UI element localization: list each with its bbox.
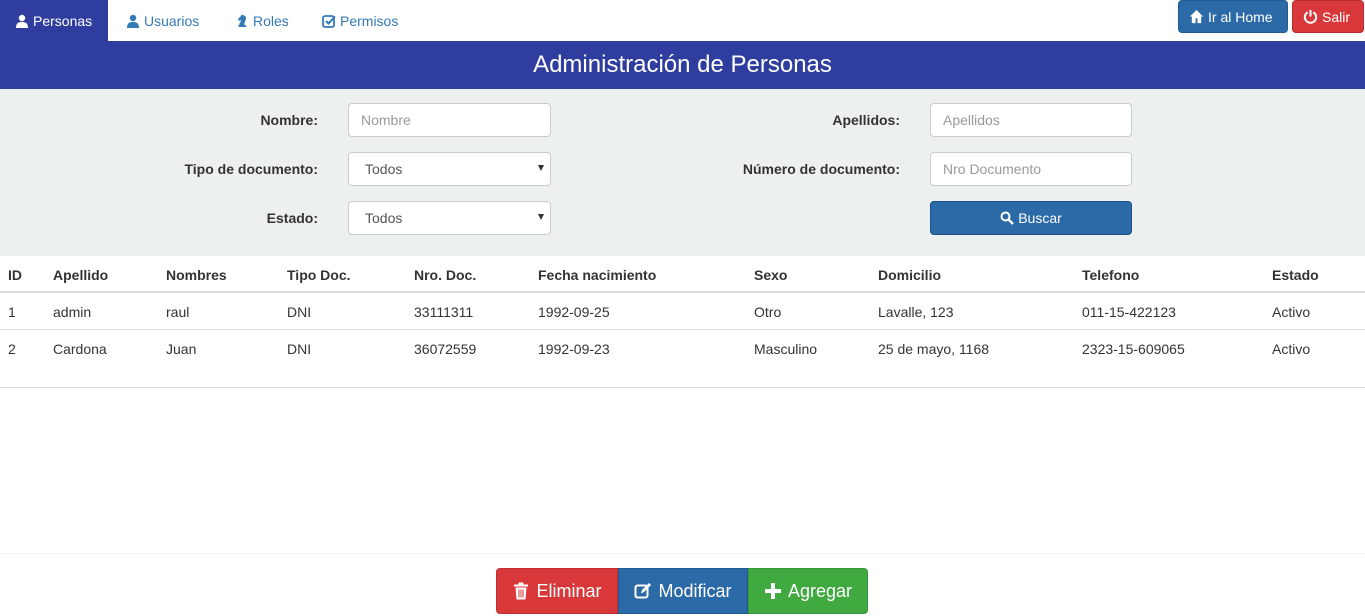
apellidos-input[interactable]: Apellidos	[930, 103, 1132, 137]
salir-label: Salir	[1322, 8, 1351, 25]
cell-tipo-doc: DNI	[287, 303, 312, 320]
buscar-button[interactable]: Buscar	[930, 201, 1132, 235]
cell-domicilio: 25 de mayo, 1168	[878, 340, 990, 357]
estado-label: Estado:	[266, 210, 318, 226]
user-icon	[16, 14, 28, 28]
table-row[interactable]: 1 admin raul DNI 33111311 1992-09-25 Otr…	[0, 293, 1365, 330]
tipo-documento-value: Todos	[365, 161, 403, 177]
search-icon	[1000, 211, 1015, 225]
cell-estado: Activo	[1272, 303, 1311, 320]
personas-table: ID Apellido Nombres Tipo Doc. Nro. Doc. …	[0, 256, 1365, 367]
cell-telefono: 011-15-422123	[1082, 303, 1176, 320]
header-telefono: Telefono	[1082, 266, 1140, 283]
cell-fecha-nacimiento: 1992-09-25	[538, 303, 610, 320]
cell-nro-doc: 36072559	[414, 340, 477, 357]
tab-roles[interactable]: Roles	[235, 0, 289, 41]
eliminar-label: Eliminar	[536, 580, 602, 601]
cell-nombres: raul	[166, 303, 190, 320]
table-bottom-divider	[0, 387, 1365, 388]
cell-estado: Activo	[1272, 340, 1311, 357]
eliminar-button[interactable]: Eliminar	[496, 568, 618, 614]
tipo-documento-label: Tipo de documento:	[184, 161, 318, 177]
cell-domicilio: Lavalle, 123	[878, 303, 954, 320]
header-nombres: Nombres	[166, 266, 227, 283]
home-icon	[1189, 9, 1204, 24]
header-tipo-doc: Tipo Doc.	[287, 266, 351, 283]
modificar-label: Modificar	[658, 580, 732, 601]
tab-label: Permisos	[340, 12, 399, 29]
tab-label: Roles	[253, 12, 289, 29]
numero-documento-input[interactable]: Nro Documento	[930, 152, 1132, 186]
table-row[interactable]: 2 Cardona Juan DNI 36072559 1992-09-23 M…	[0, 330, 1365, 367]
tab-label: Usuarios	[144, 12, 200, 29]
plus-icon	[764, 583, 781, 599]
edit-icon	[634, 583, 652, 599]
header-fecha-nacimiento: Fecha nacimiento	[538, 266, 657, 283]
nombre-input[interactable]: Nombre	[348, 103, 551, 137]
tipo-documento-select[interactable]: Todos	[348, 152, 551, 186]
header-domicilio: Domicilio	[878, 266, 942, 283]
salir-button[interactable]: Salir	[1292, 0, 1364, 33]
header-apellido: Apellido	[53, 266, 109, 283]
cell-sexo: Masculino	[754, 340, 818, 357]
header-id: ID	[8, 266, 22, 283]
tab-permisos[interactable]: Permisos	[322, 0, 398, 41]
estado-value: Todos	[365, 210, 403, 226]
ir-al-home-button[interactable]: Ir al Home	[1178, 0, 1288, 33]
tab-usuarios[interactable]: Usuarios	[126, 0, 199, 41]
page-title: Administración de Personas	[0, 41, 1365, 89]
cell-id: 1	[8, 303, 16, 320]
cell-telefono: 2323-15-609065	[1082, 340, 1185, 357]
caret-down-icon	[538, 214, 544, 220]
cell-apellido: Cardona	[53, 340, 107, 357]
cell-apellido: admin	[53, 303, 92, 320]
user-icon	[127, 14, 139, 28]
estado-select[interactable]: Todos	[348, 201, 551, 235]
modificar-button[interactable]: Modificar	[618, 568, 748, 614]
agregar-label: Agregar	[787, 580, 853, 601]
numero-documento-label: Número de documento:	[742, 161, 900, 177]
check-square-icon	[322, 14, 336, 28]
caret-down-icon	[538, 165, 544, 171]
ir-al-home-label: Ir al Home	[1208, 8, 1273, 25]
table-header: ID Apellido Nombres Tipo Doc. Nro. Doc. …	[0, 256, 1365, 293]
power-icon	[1303, 9, 1318, 24]
trash-icon	[514, 582, 529, 600]
tab-personas[interactable]: Personas	[0, 0, 108, 41]
cell-id: 2	[8, 340, 16, 357]
chess-knight-icon	[238, 14, 246, 27]
nombre-label: Nombre:	[260, 112, 318, 128]
header-estado: Estado	[1272, 266, 1319, 283]
action-bar: Eliminar Modificar Agregar	[0, 553, 1365, 616]
cell-nombres: Juan	[166, 340, 197, 357]
header-sexo: Sexo	[754, 266, 788, 283]
tab-label: Personas	[33, 12, 93, 29]
cell-tipo-doc: DNI	[287, 340, 312, 357]
top-navigation: Personas Usuarios Roles Permisos Ir al H…	[0, 0, 1365, 41]
cell-nro-doc: 33111311	[414, 303, 474, 320]
header-nro-doc: Nro. Doc.	[414, 266, 477, 283]
cell-fecha-nacimiento: 1992-09-23	[538, 340, 610, 357]
apellidos-label: Apellidos:	[832, 112, 900, 128]
filter-panel: Nombre: Nombre Apellidos: Apellidos Tipo…	[0, 89, 1365, 256]
cell-sexo: Otro	[754, 303, 782, 320]
buscar-label: Buscar	[1018, 210, 1062, 226]
agregar-button[interactable]: Agregar	[748, 568, 868, 614]
